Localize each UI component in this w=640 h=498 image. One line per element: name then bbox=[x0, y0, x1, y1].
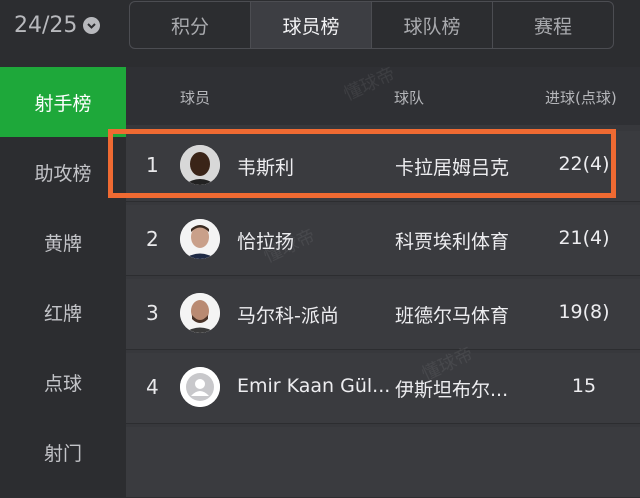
rank: 3 bbox=[146, 301, 159, 325]
column-header-goals: 进球(点球) bbox=[545, 89, 617, 107]
chevron-down-icon bbox=[83, 16, 101, 34]
player-name: Emir Kaan Gül... bbox=[237, 375, 391, 397]
column-header-player: 球员 bbox=[180, 89, 211, 107]
goals-value: 19(8) bbox=[558, 301, 610, 323]
avatar bbox=[180, 219, 220, 259]
table-header: 球员 球队 进球(点球) bbox=[126, 67, 640, 125]
sidebar-item-shots[interactable]: 射门 bbox=[0, 417, 126, 487]
table-row[interactable]: 1 韦斯利 卡拉居姆吕克 22(4) bbox=[126, 131, 640, 202]
goals-value: 21(4) bbox=[558, 227, 610, 249]
tab-schedule[interactable]: 赛程 bbox=[493, 2, 613, 48]
sidebar-item-top-scorers[interactable]: 射手榜 bbox=[0, 67, 126, 137]
table-row[interactable] bbox=[126, 427, 640, 498]
column-header-team: 球队 bbox=[394, 89, 425, 107]
season-selector[interactable]: 24/25 bbox=[14, 10, 101, 40]
rankings-table: 球员 球队 进球(点球) 1 韦斯利 卡拉居姆吕克 22(4) 2 恰拉扬 科贾… bbox=[126, 67, 640, 498]
rank: 1 bbox=[146, 153, 159, 177]
sidebar-item-yellow-cards[interactable]: 黄牌 bbox=[0, 207, 126, 277]
avatar bbox=[180, 293, 220, 333]
table-row[interactable]: 3 马尔科-派尚 班德尔马体育 19(8) bbox=[126, 279, 640, 350]
sidebar-item-red-cards[interactable]: 红牌 bbox=[0, 277, 126, 347]
rank: 4 bbox=[146, 375, 159, 399]
tab-player-rankings[interactable]: 球员榜 bbox=[251, 2, 372, 48]
rank: 2 bbox=[146, 227, 159, 251]
player-name: 马尔科-派尚 bbox=[237, 305, 339, 327]
team-name: 伊斯坦布尔... bbox=[395, 379, 509, 401]
player-name: 韦斯利 bbox=[237, 157, 295, 179]
goals-value: 22(4) bbox=[558, 153, 610, 175]
stat-category-sidebar: 射手榜 助攻榜 黄牌 红牌 点球 射门 bbox=[0, 67, 126, 465]
team-name: 科贾埃利体育 bbox=[395, 231, 510, 253]
default-avatar-icon bbox=[180, 367, 220, 407]
sidebar-item-penalties[interactable]: 点球 bbox=[0, 347, 126, 417]
table-row[interactable]: 2 恰拉扬 科贾埃利体育 21(4) bbox=[126, 205, 640, 276]
player-name: 恰拉扬 bbox=[237, 231, 295, 253]
avatar bbox=[180, 145, 220, 185]
team-name: 卡拉居姆吕克 bbox=[395, 157, 510, 179]
season-label: 24/25 bbox=[14, 12, 78, 38]
table-row[interactable]: 4 Emir Kaan Gül... 伊斯坦布尔... 15 bbox=[126, 353, 640, 424]
goals-value: 15 bbox=[571, 375, 597, 397]
main-tabs: 积分 球员榜 球队榜 赛程 bbox=[129, 1, 614, 49]
top-bar: 24/25 积分 球员榜 球队榜 赛程 bbox=[0, 0, 640, 52]
tab-team-rankings[interactable]: 球队榜 bbox=[372, 2, 493, 48]
tab-standings[interactable]: 积分 bbox=[130, 2, 251, 48]
sidebar-item-assists[interactable]: 助攻榜 bbox=[0, 137, 126, 207]
team-name: 班德尔马体育 bbox=[395, 305, 510, 327]
